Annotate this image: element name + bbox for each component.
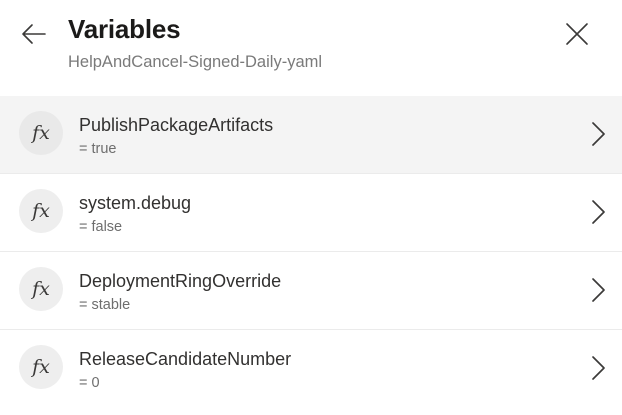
chevron-right-icon: [592, 122, 605, 146]
variables-list: fx PublishPackageArtifacts = true fx sys…: [0, 96, 622, 408]
variable-row[interactable]: fx PublishPackageArtifacts = true: [0, 96, 622, 174]
close-button[interactable]: [560, 17, 594, 51]
back-button[interactable]: [18, 18, 50, 50]
chevron-right-icon: [592, 278, 605, 302]
variable-value: = true: [79, 141, 117, 157]
variable-row[interactable]: fx system.debug = false: [0, 174, 622, 252]
variable-value: = stable: [79, 297, 131, 313]
variables-panel: Variables HelpAndCancel-Signed-Daily-yam…: [0, 0, 622, 415]
function-icon: fx: [19, 267, 63, 311]
arrow-left-icon: [22, 24, 46, 44]
variable-name: DeploymentRingOverride: [79, 271, 282, 291]
function-icon: fx: [19, 189, 63, 233]
variable-name: PublishPackageArtifacts: [79, 115, 274, 135]
function-icon: fx: [19, 345, 63, 389]
variable-row[interactable]: fx ReleaseCandidateNumber = 0: [0, 330, 622, 408]
pipeline-name: HelpAndCancel-Signed-Daily-yaml: [68, 53, 323, 71]
variable-value: = 0: [79, 375, 100, 391]
panel-header: Variables HelpAndCancel-Signed-Daily-yam…: [0, 0, 622, 96]
variable-row[interactable]: fx DeploymentRingOverride = stable: [0, 252, 622, 330]
variable-value: = false: [79, 219, 123, 235]
close-icon: [566, 23, 588, 45]
chevron-right-icon: [592, 200, 605, 224]
variable-name: system.debug: [79, 193, 192, 213]
page-title: Variables: [68, 14, 181, 44]
chevron-right-icon: [592, 356, 605, 380]
function-icon: fx: [19, 111, 63, 155]
variable-name: ReleaseCandidateNumber: [79, 349, 292, 369]
